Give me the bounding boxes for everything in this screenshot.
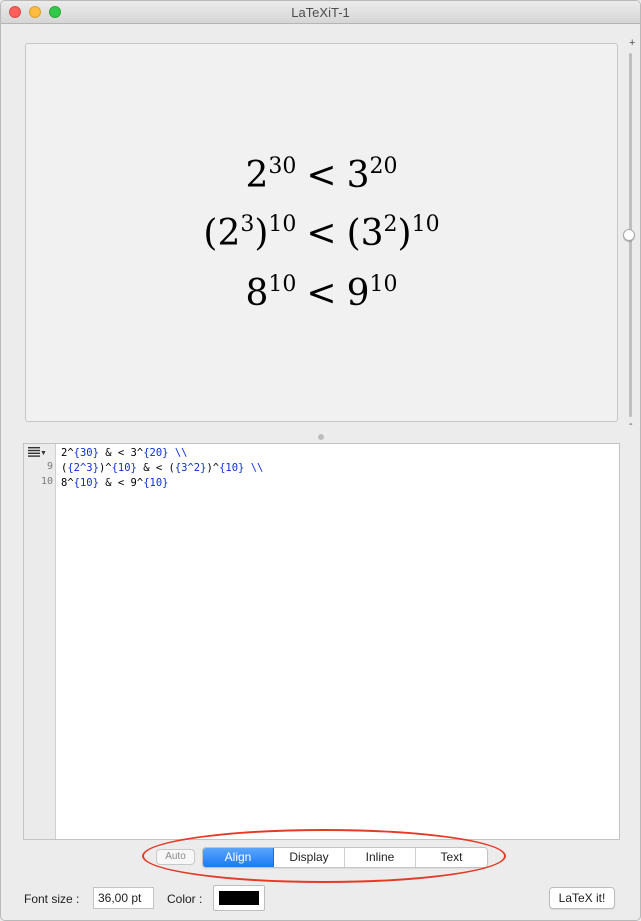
font-size-field[interactable]: 36,00 pt: [93, 887, 154, 909]
line-number: 9: [46, 461, 53, 472]
zoom-out-label: -: [629, 418, 633, 430]
font-size-label: Font size :: [24, 892, 80, 906]
mode-align-segment[interactable]: Align: [203, 848, 274, 867]
color-label: Color :: [167, 892, 203, 906]
zoom-slider-knob[interactable]: [623, 229, 635, 241]
latex-it-button[interactable]: LaTeX it!: [549, 887, 615, 909]
code-text[interactable]: 2^{30} & < 3^{20} \\ ({2^3})^{10} & < ({3…: [61, 446, 263, 491]
equation-line-3: 810 <910: [245, 272, 398, 314]
equation-preview[interactable]: 230 <320 (23)10 < (32)10 810 <910: [25, 43, 618, 422]
line-number-gutter: ▼ 9 10: [24, 444, 56, 839]
color-well[interactable]: [213, 885, 265, 911]
equation-line-1: 230 <320: [245, 154, 398, 196]
split-view-handle[interactable]: [318, 434, 324, 440]
chevron-down-icon: ▼: [40, 450, 47, 457]
latexit-window: LaTeXiT-1 230 <320 (23)10 < (32)10 810 <910 …: [0, 0, 641, 921]
mode-display-segment[interactable]: Display: [274, 848, 345, 867]
window-title: LaTeXiT-1: [291, 5, 350, 20]
title-bar: LaTeXiT-1: [1, 1, 640, 24]
color-swatch: [219, 891, 259, 905]
line-number: 10: [40, 476, 53, 487]
code-line-2: ({2^3})^{10} & < ({3^2})^{10} \\: [61, 462, 264, 474]
code-line-3: 8^{10} & < 9^{10}: [61, 477, 169, 489]
mode-segmented-control: Align Display Inline Text: [202, 847, 488, 868]
latex-source-editor[interactable]: ▼ 9 10 2^{30} & < 3^{20} \\ ({2^3})^{10} …: [23, 443, 620, 840]
zoom-in-label: +: [629, 37, 636, 49]
list-menu-icon[interactable]: ▼: [28, 446, 52, 460]
auto-mode-button[interactable]: Auto: [156, 849, 195, 865]
mode-text-segment[interactable]: Text: [416, 848, 487, 867]
code-line-1: 2^{30} & < 3^{20} \\: [61, 447, 188, 459]
equation-line-2: (23)10 < (32)10: [203, 212, 440, 254]
mode-inline-segment[interactable]: Inline: [345, 848, 416, 867]
